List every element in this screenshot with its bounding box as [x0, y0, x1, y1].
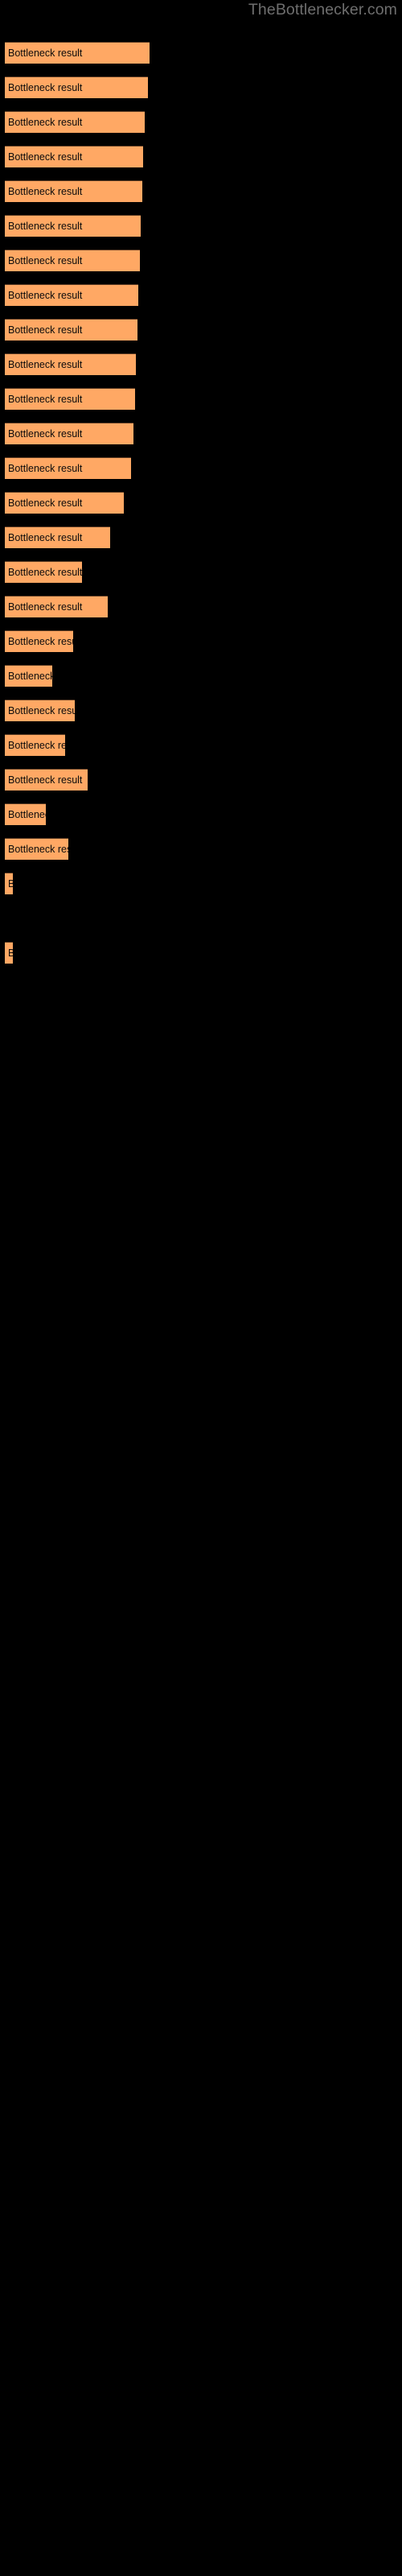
bar-label: Bottleneck result	[8, 671, 52, 682]
bar-row: Bottleneck result	[0, 942, 402, 964]
bar-row: Bottleneck result	[0, 769, 402, 791]
bar-row: Bottleneck result	[0, 838, 402, 861]
bar-row: Bottleneck result	[0, 76, 402, 99]
bottleneck-result-bar[interactable]: Bottleneck result	[5, 492, 124, 514]
bar-label: Bottleneck result	[8, 47, 83, 59]
bar-row: Bottleneck result	[0, 526, 402, 549]
bar-label: Bottleneck result	[8, 705, 75, 716]
bottleneck-result-bar[interactable]: Bottleneck result	[5, 596, 108, 617]
bar-row: Bottleneck result	[0, 596, 402, 618]
bottleneck-result-bar[interactable]: Bottleneck result	[5, 665, 52, 687]
bottleneck-result-bar[interactable]: Bottleneck result	[5, 457, 131, 479]
chart-page: TheBottlenecker.com Bottleneck result Bot…	[0, 0, 402, 2576]
bar-label: Bottleneck result	[8, 82, 83, 93]
bar-row: Bottleneck result	[0, 665, 402, 687]
bar-row: Bottleneck result	[0, 700, 402, 722]
bottleneck-result-bar[interactable]: Bottleneck result	[5, 769, 88, 791]
bottleneck-result-bar[interactable]: Bottleneck result	[5, 215, 141, 237]
bar-row: Bottleneck result	[0, 180, 402, 203]
bar-label: Bottleneck result	[8, 117, 83, 128]
bottleneck-result-bar[interactable]: Bottleneck result	[5, 353, 136, 375]
bottleneck-result-bar[interactable]: Bottleneck result	[5, 42, 150, 64]
bar-label: Bottleneck result	[8, 947, 13, 959]
bar-row: Bottleneck result	[0, 319, 402, 341]
bar-label: Bottleneck result	[8, 151, 83, 163]
bar-label: Bottleneck result	[8, 532, 83, 543]
bar-row: Bottleneck result	[0, 561, 402, 584]
bar-label: Bottleneck result	[8, 324, 83, 336]
bar-label: Bottleneck result	[8, 290, 83, 301]
bar-row: Bottleneck result	[0, 630, 402, 653]
bar-row: Bottleneck result	[0, 42, 402, 64]
bottleneck-result-bar[interactable]: Bottleneck result	[5, 873, 13, 894]
bar-label: Bottleneck result	[8, 221, 83, 232]
bar-label: Bottleneck result	[8, 809, 46, 820]
bottleneck-bar-chart: Bottleneck result Bottleneck result Bottle…	[0, 0, 402, 2576]
bar-row: Bottleneck result	[0, 111, 402, 134]
bottleneck-result-bar[interactable]: Bottleneck result	[5, 561, 82, 583]
bar-label: Bottleneck result	[8, 844, 68, 855]
bottleneck-result-bar[interactable]: Bottleneck result	[5, 146, 143, 167]
bar-row: Bottleneck result	[0, 457, 402, 480]
bottleneck-result-bar[interactable]: Bottleneck result	[5, 388, 135, 410]
bar-row: Bottleneck result	[0, 388, 402, 411]
bar-row: Bottleneck result	[0, 353, 402, 376]
bar-label: Bottleneck result	[8, 878, 13, 890]
bottleneck-result-bar[interactable]: Bottleneck result	[5, 250, 140, 271]
bottleneck-result-bar[interactable]: Bottleneck result	[5, 76, 148, 98]
bottleneck-result-bar[interactable]: Bottleneck result	[5, 319, 137, 341]
bottleneck-result-bar[interactable]: Bottleneck result	[5, 180, 142, 202]
bar-row: Bottleneck result	[0, 492, 402, 514]
bar-label: Bottleneck result	[8, 394, 83, 405]
bottleneck-result-bar[interactable]: Bottleneck result	[5, 942, 13, 964]
bottleneck-result-bar[interactable]: Bottleneck result	[5, 526, 110, 548]
bar-label: Bottleneck result	[8, 186, 83, 197]
bar-row: Bottleneck result	[0, 803, 402, 826]
bar-row: Bottleneck result	[0, 423, 402, 445]
bottleneck-result-bar[interactable]: Bottleneck result	[5, 838, 68, 860]
bottleneck-result-bar[interactable]: Bottleneck result	[5, 423, 133, 444]
bar-label: Bottleneck result	[8, 428, 83, 440]
bar-label: Bottleneck result	[8, 774, 83, 786]
bottleneck-result-bar[interactable]: Bottleneck result	[5, 803, 46, 825]
bar-label: Bottleneck result	[8, 255, 83, 266]
bottleneck-result-bar[interactable]: Bottleneck result	[5, 630, 73, 652]
bar-label: Bottleneck result	[8, 359, 83, 370]
bar-label: Bottleneck result	[8, 567, 82, 578]
bar-label: Bottleneck result	[8, 740, 65, 751]
bar-row: Bottleneck result	[0, 284, 402, 307]
bottleneck-result-bar[interactable]: Bottleneck result	[5, 700, 75, 721]
bar-row: Bottleneck result	[0, 250, 402, 272]
bar-row: Bottleneck result	[0, 734, 402, 757]
bar-row: Bottleneck result	[0, 873, 402, 895]
bar-row: Bottleneck result	[0, 215, 402, 237]
bar-label: Bottleneck result	[8, 601, 83, 613]
bar-row: Bottleneck result	[0, 146, 402, 168]
bar-label: Bottleneck result	[8, 497, 83, 509]
bar-row	[0, 907, 402, 930]
bottleneck-result-bar[interactable]: Bottleneck result	[5, 284, 138, 306]
bottleneck-result-bar[interactable]: Bottleneck result	[5, 734, 65, 756]
bar-label: Bottleneck result	[8, 636, 73, 647]
bottleneck-result-bar[interactable]: Bottleneck result	[5, 111, 145, 133]
bar-label: Bottleneck result	[8, 463, 83, 474]
